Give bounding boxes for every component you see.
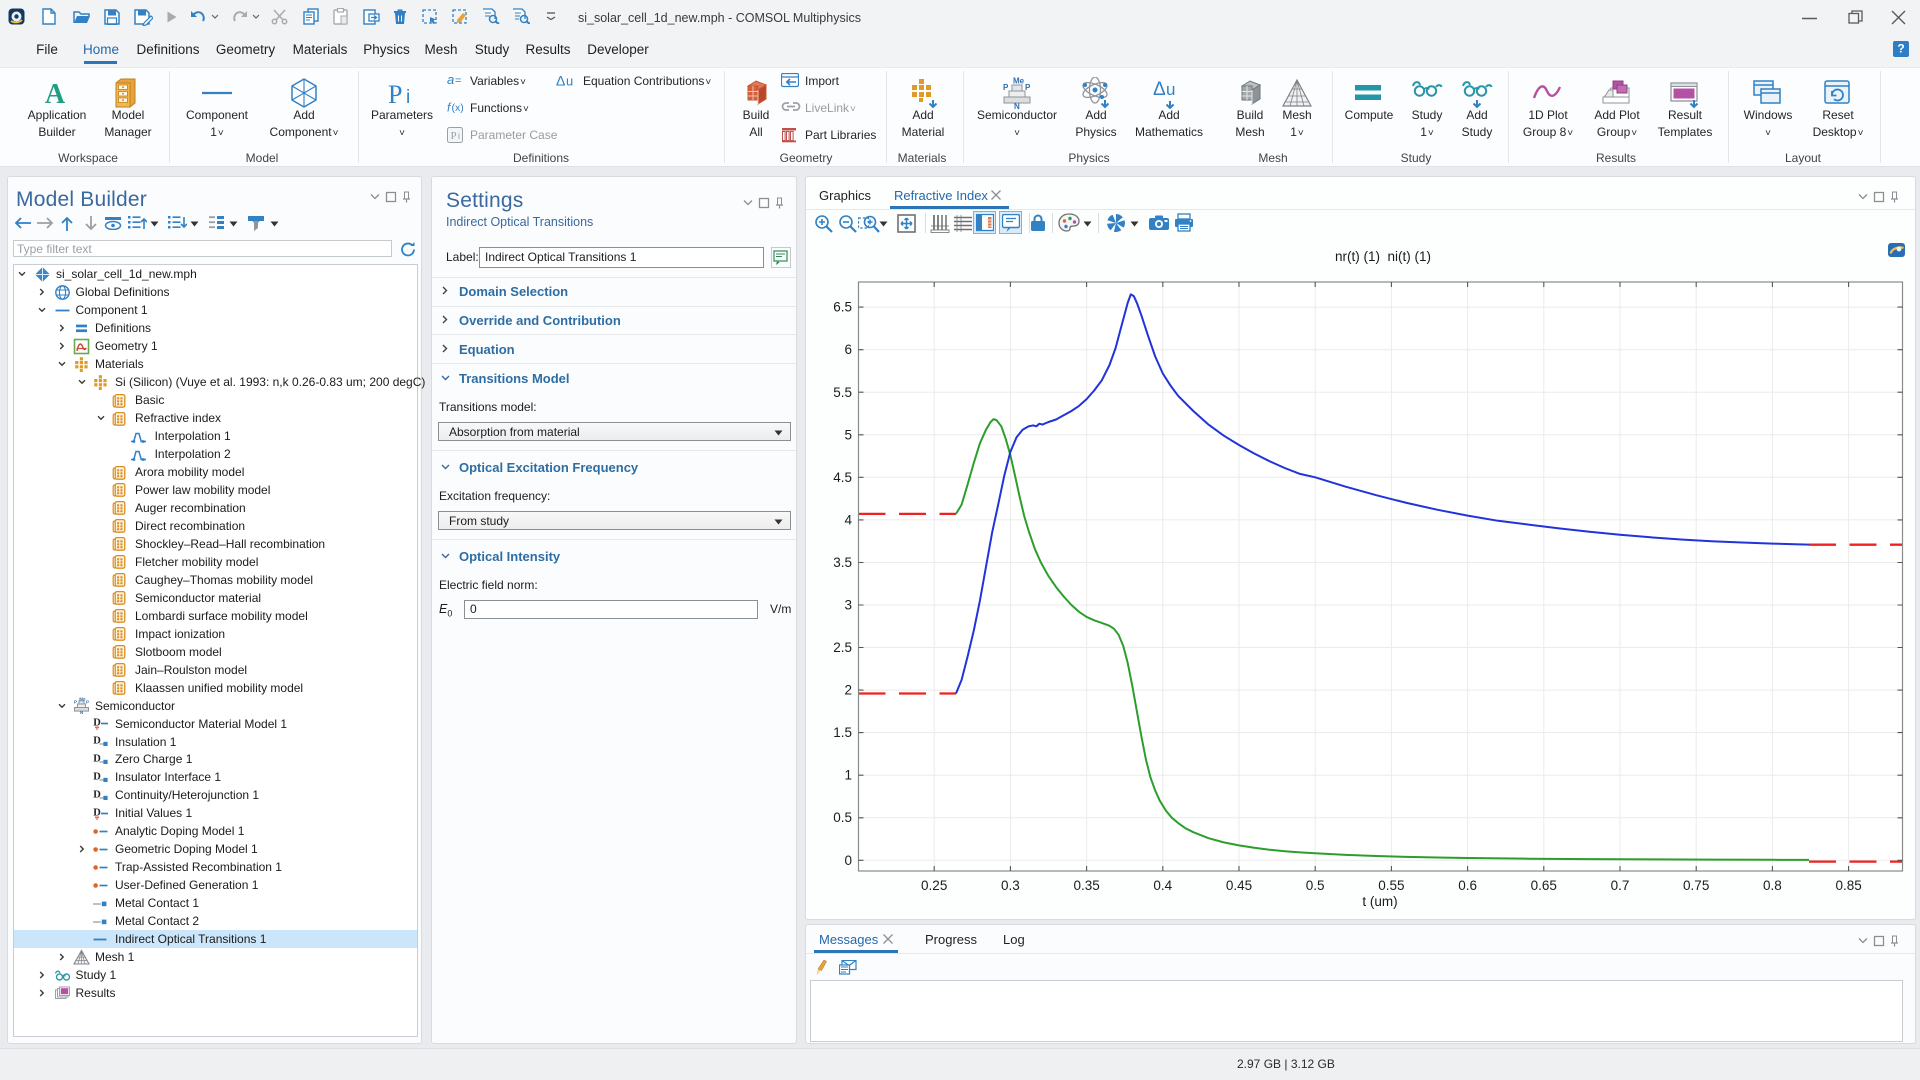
svg-text:P: P: [1025, 83, 1031, 92]
svg-text:0.8: 0.8: [1763, 878, 1782, 893]
svg-text:0.6: 0.6: [1458, 878, 1477, 893]
svg-text:6: 6: [844, 342, 852, 357]
svg-text:0.35: 0.35: [1073, 878, 1099, 893]
svg-text:P: P: [388, 80, 402, 109]
svg-text:N: N: [80, 710, 83, 714]
svg-text:A: A: [45, 79, 66, 109]
svg-text:0.4: 0.4: [1153, 878, 1172, 893]
svg-text:D: D: [93, 772, 101, 783]
svg-text:Δ: Δ: [556, 73, 565, 88]
svg-text:i: i: [458, 131, 460, 141]
svg-text:Δ: Δ: [1153, 79, 1166, 100]
svg-text:2.5: 2.5: [833, 640, 852, 655]
svg-text:P: P: [1003, 83, 1009, 92]
svg-text:Me: Me: [1013, 77, 1025, 86]
svg-text:u: u: [1166, 80, 1175, 99]
svg-text:a: a: [447, 73, 454, 87]
svg-text:0.3: 0.3: [1001, 878, 1020, 893]
svg-text:D: D: [93, 736, 101, 747]
svg-text:D: D: [93, 754, 101, 765]
svg-text:0.55: 0.55: [1378, 878, 1404, 893]
svg-text:3.5: 3.5: [833, 555, 852, 570]
svg-text:1: 1: [844, 768, 852, 783]
svg-text:t (um): t (um): [1362, 894, 1397, 909]
svg-text:u: u: [566, 74, 573, 89]
svg-text:0.45: 0.45: [1226, 878, 1252, 893]
svg-text:0.65: 0.65: [1531, 878, 1557, 893]
svg-text:P: P: [451, 130, 457, 142]
svg-text:nr(t) (1) ni(t) (1): nr(t) (1) ni(t) (1): [1335, 249, 1431, 264]
svg-text:(x): (x): [452, 102, 464, 114]
svg-text:0: 0: [844, 853, 852, 868]
svg-text:0.7: 0.7: [1611, 878, 1630, 893]
svg-text:0.85: 0.85: [1835, 878, 1861, 893]
svg-text:P: P: [86, 700, 89, 705]
svg-text:0.5: 0.5: [833, 810, 852, 825]
svg-text:4.5: 4.5: [833, 470, 852, 485]
svg-text:0.75: 0.75: [1683, 878, 1709, 893]
svg-text:5: 5: [844, 427, 852, 442]
svg-text:6.5: 6.5: [833, 300, 852, 315]
svg-text:1.5: 1.5: [833, 725, 852, 740]
svg-text:=: =: [455, 75, 461, 87]
svg-text:0.5: 0.5: [1306, 878, 1325, 893]
svg-text:3: 3: [844, 598, 852, 613]
svg-text:0.25: 0.25: [921, 878, 947, 893]
svg-text:P: P: [74, 700, 77, 705]
svg-text:2: 2: [844, 683, 852, 698]
svg-text:5.5: 5.5: [833, 385, 852, 400]
svg-text:4: 4: [844, 512, 852, 527]
svg-text:i: i: [406, 87, 410, 108]
svg-text:D: D: [93, 789, 101, 800]
